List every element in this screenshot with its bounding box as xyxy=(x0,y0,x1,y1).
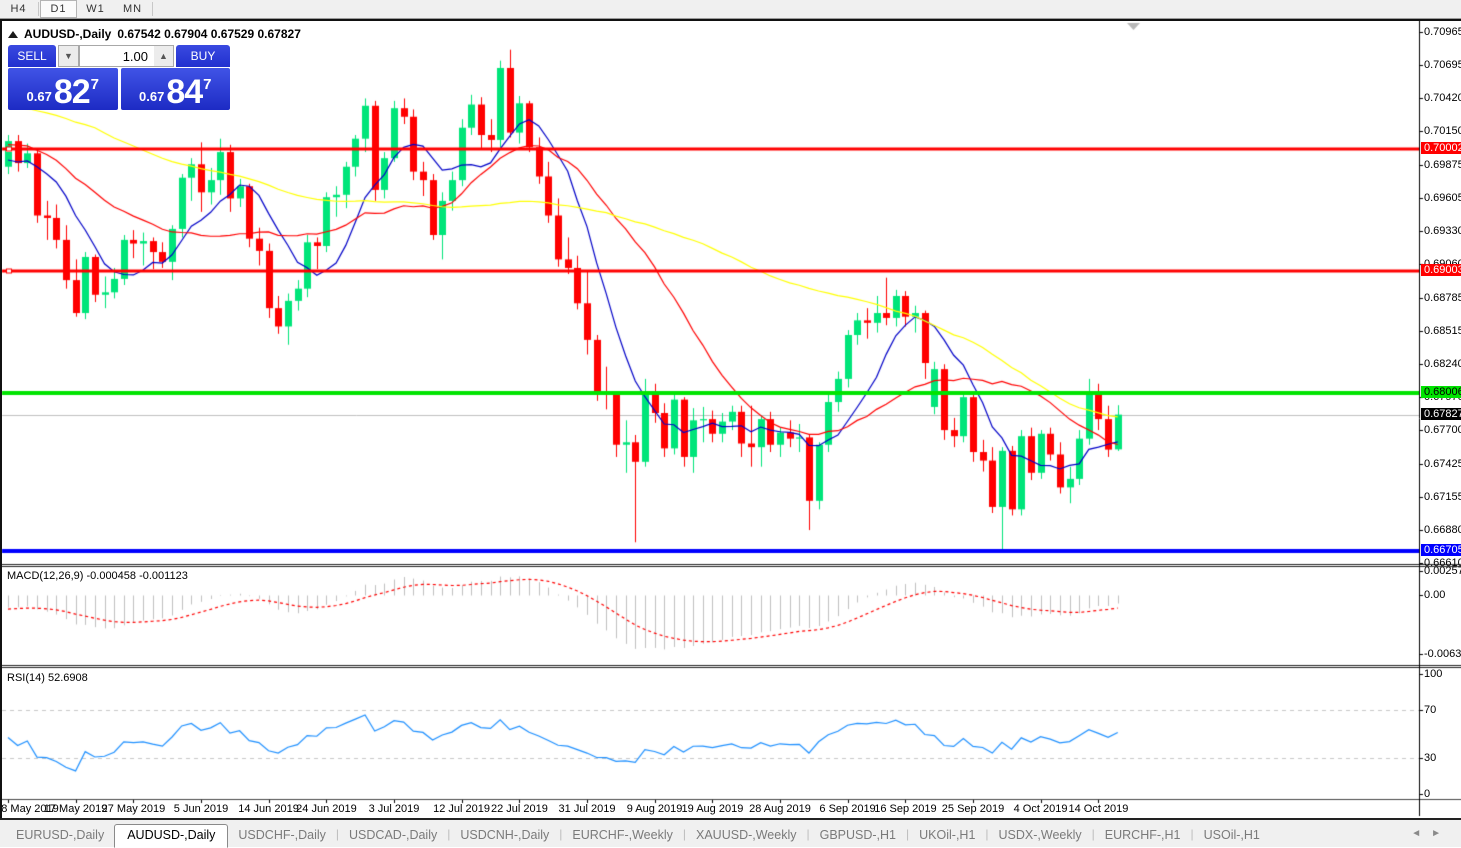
timeframe-mn-button[interactable]: MN xyxy=(114,0,151,18)
date-axis-label: 17 May 2019 xyxy=(43,803,108,815)
rsi-axis-tick: 100 xyxy=(1424,668,1443,680)
macd-axis-tick: -0.006326 xyxy=(1424,647,1461,660)
date-axis-label: 27 May 2019 xyxy=(101,803,166,815)
date-axis-label: 16 Sep 2019 xyxy=(874,803,937,815)
chart-title: AUDUSD-,Daily 0.67542 0.67904 0.67529 0.… xyxy=(8,27,301,41)
rsi-axis-tick: 70 xyxy=(1424,704,1437,716)
sell-price-big: 82 xyxy=(53,73,91,111)
date-axis-label: 28 Aug 2019 xyxy=(749,803,811,815)
timeframe-h4-button[interactable]: H4 xyxy=(0,0,37,18)
chart-ohlc-values: 0.67542 0.67904 0.67529 0.67827 xyxy=(117,27,301,41)
macd-values: -0.000458 -0.001123 xyxy=(86,570,188,582)
chart-tab-audusd-daily[interactable]: AUDUSD-,Daily xyxy=(114,824,229,848)
date-axis-label: 12 Jul 2019 xyxy=(433,803,490,815)
price-axis-tick: 0.68240 xyxy=(1424,358,1461,371)
price-line-badge: 0.68006 xyxy=(1421,385,1461,398)
chart-tab-gbpusd-h1[interactable]: GBPUSD-,H1 xyxy=(810,825,906,847)
chart-tab-usdcad-daily[interactable]: USDCAD-,Daily xyxy=(339,825,447,847)
buy-price-pip: 7 xyxy=(203,76,212,93)
buy-price-big: 84 xyxy=(166,73,203,111)
date-axis-label: 19 Aug 2019 xyxy=(681,803,744,815)
collapse-trade-panel-icon[interactable] xyxy=(8,30,18,38)
price-axis-tick: 0.69330 xyxy=(1424,225,1461,238)
buy-price-prefix: 0.67 xyxy=(139,89,165,104)
sell-price-pip: 7 xyxy=(90,76,99,93)
price-line-badge: 0.69003 xyxy=(1421,264,1461,277)
chart-tab-usdchf-daily[interactable]: USDCHF-,Daily xyxy=(228,825,336,847)
sell-tab[interactable]: SELL xyxy=(8,45,56,67)
down-arrow-icon: ▼ xyxy=(64,51,73,61)
date-axis-label: 4 Oct 2019 xyxy=(1013,803,1068,815)
buy-price-button[interactable]: 0.67 84 7 xyxy=(120,68,230,111)
rsi-indicator-label: RSI(14) 52.6908 xyxy=(7,672,88,684)
price-axis-tick: 0.69605 xyxy=(1424,191,1461,204)
buy-tab[interactable]: BUY xyxy=(176,45,230,67)
chart-tab-usdcnh-daily[interactable]: USDCNH-,Daily xyxy=(450,825,559,847)
macd-name: MACD(12,26,9) xyxy=(7,570,84,582)
date-axis-label: 14 Oct 2019 xyxy=(1068,803,1129,815)
chart-symbol-period: AUDUSD-,Daily xyxy=(24,27,112,41)
chart-tab-eurchf-h1[interactable]: EURCHF-,H1 xyxy=(1095,825,1191,847)
price-line-badge: 0.70002 xyxy=(1421,142,1461,155)
price-axis-tick: 0.67155 xyxy=(1424,490,1461,503)
date-axis-label: 31 Jul 2019 xyxy=(558,803,616,815)
date-axis-label: 22 Jul 2019 xyxy=(490,803,548,815)
date-axis-label: 9 Aug 2019 xyxy=(626,803,683,815)
chart-tab-usoil-h1[interactable]: USOil-,H1 xyxy=(1194,825,1270,847)
up-arrow-icon: ▲ xyxy=(159,51,168,61)
chart-tab-xauusd-weekly[interactable]: XAUUSD-,Weekly xyxy=(686,825,806,847)
window-border-left xyxy=(0,21,2,818)
bid-price-badge: 0.67827 xyxy=(1421,407,1461,420)
price-axis-tick: 0.70420 xyxy=(1424,92,1461,105)
chart-tabs: EURUSD-,Daily AUDUSD-,Daily USDCHF-,Daily |… xyxy=(6,823,1270,848)
price-axis-tick: 0.70150 xyxy=(1424,125,1461,138)
price-axis-tick: 0.68785 xyxy=(1424,291,1461,304)
timeframe-d1-button[interactable]: D1 xyxy=(40,0,77,18)
price-axis-tick: 0.67425 xyxy=(1424,457,1461,470)
date-axis-label: 25 Sep 2019 xyxy=(941,803,1005,815)
date-axis-label: 14 Jun 2019 xyxy=(238,803,299,815)
rsi-axis-tick: 0 xyxy=(1424,788,1431,800)
tab-scroll-right-icon[interactable]: ► xyxy=(1431,828,1451,839)
tab-scroll-arrows: ◄► xyxy=(1411,828,1451,839)
price-chart-canvas[interactable] xyxy=(0,0,1461,847)
chart-tab-ukoil-h1[interactable]: UKOil-,H1 xyxy=(909,825,985,847)
macd-axis-tick: 0.002574 xyxy=(1424,565,1461,577)
chart-tab-bar: EURUSD-,Daily AUDUSD-,Daily USDCHF-,Daily |… xyxy=(0,820,1461,848)
volume-input[interactable]: 1.00 xyxy=(79,45,154,67)
one-click-trading-panel: SELL ▼ 1.00 ▲ BUY 0.67 82 7 0.67 84 7 xyxy=(8,45,230,110)
price-axis-tick: 0.69875 xyxy=(1424,158,1461,171)
price-axis-tick: 0.70965 xyxy=(1424,26,1461,38)
date-axis-label: 6 Sep 2019 xyxy=(819,803,876,815)
sell-price-button[interactable]: 0.67 82 7 xyxy=(8,68,118,110)
price-axis-tick: 0.67700 xyxy=(1424,424,1461,437)
macd-indicator-label: MACD(12,26,9) -0.000458 -0.001123 xyxy=(7,570,188,582)
date-axis-label: 5 Jun 2019 xyxy=(173,803,229,815)
timeframe-toolbar: H4 D1 W1 MN xyxy=(0,0,1461,19)
metatrader-window: H4 D1 W1 MN AUDUSD-,Daily 0.67542 0.6790… xyxy=(0,0,1461,848)
rsi-name-value: RSI(14) 52.6908 xyxy=(7,672,88,684)
date-axis-label: 24 Jun 2019 xyxy=(296,803,357,815)
price-line-badge: 0.66705 xyxy=(1421,544,1461,557)
chart-tab-usdx-weekly[interactable]: USDX-,Weekly xyxy=(989,825,1092,847)
toolbar-separator xyxy=(38,2,39,16)
window-border-top xyxy=(0,19,1461,21)
sell-price-prefix: 0.67 xyxy=(26,89,52,104)
chart-tab-eurusd-daily[interactable]: EURUSD-,Daily xyxy=(6,825,114,847)
date-axis-label: 3 Jul 2019 xyxy=(368,803,420,815)
price-axis-tick: 0.66880 xyxy=(1424,524,1461,537)
rsi-axis-tick: 30 xyxy=(1424,752,1437,764)
volume-decrease-button[interactable]: ▼ xyxy=(58,45,79,67)
price-axis-tick: 0.68515 xyxy=(1424,324,1461,337)
timeframe-w1-button[interactable]: W1 xyxy=(77,0,114,18)
tab-scroll-left-icon[interactable]: ◄ xyxy=(1411,828,1431,839)
volume-increase-button[interactable]: ▲ xyxy=(154,45,174,67)
chart-tab-eurchf-weekly[interactable]: EURCHF-,Weekly xyxy=(562,825,682,847)
toolbar-separator xyxy=(152,2,153,16)
price-axis-tick: 0.70695 xyxy=(1424,58,1461,71)
macd-axis-tick: 0.00 xyxy=(1424,589,1446,601)
